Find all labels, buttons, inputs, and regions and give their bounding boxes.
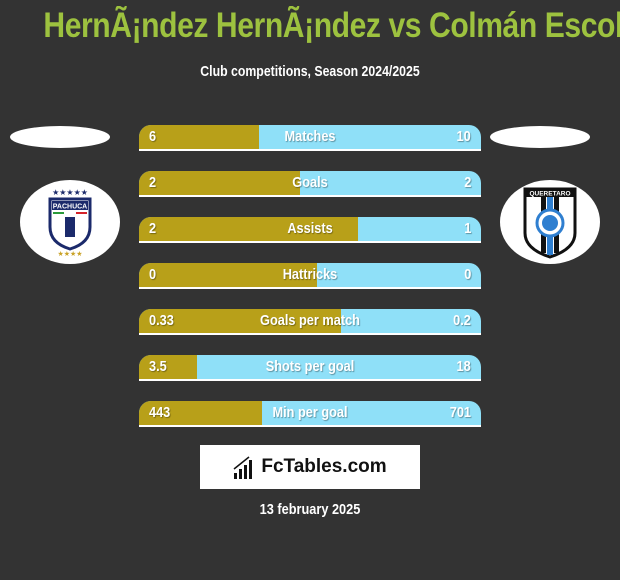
stat-label: Hattricks (282, 266, 338, 283)
left-value: 0 (149, 266, 157, 283)
stat-row: 443 Min per goal 701 (139, 401, 481, 427)
right-value: 0 (463, 266, 471, 283)
right-value: 2 (463, 174, 471, 191)
right-value: 701 (449, 404, 471, 421)
bar-chart-icon (233, 456, 253, 479)
queretaro-crest-icon: QUERETARO (523, 187, 577, 259)
page-title: HernÃ¡ndez HernÃ¡ndez vs Colmán Escobar (43, 6, 620, 45)
stat-label: Assists (287, 220, 333, 237)
left-value: 6 (149, 128, 157, 145)
stat-row: 0.33 Goals per match 0.2 (139, 309, 481, 335)
stat-row: 2 Goals 2 (139, 171, 481, 197)
stat-row: 0 Hattricks 0 (139, 263, 481, 289)
match-date: 13 february 2025 (259, 501, 361, 518)
left-team-logo: ★★★★★ PACHUCA ★★★★ (20, 180, 120, 264)
stat-row: 3.5 Shots per goal 18 (139, 355, 481, 381)
stat-row: 6 Matches 10 (139, 125, 481, 151)
right-value: 18 (456, 358, 471, 375)
stat-label: Goals (292, 174, 328, 191)
svg-text:QUERETARO: QUERETARO (529, 191, 570, 198)
fctables-brand[interactable]: FcTables.com (200, 445, 420, 489)
right-value: 10 (456, 128, 471, 145)
left-player-placeholder (10, 126, 110, 148)
right-value: 1 (463, 220, 471, 237)
pachuca-crest-icon: ★★★★★ PACHUCA ★★★★ (48, 188, 92, 257)
stat-label: Min per goal (272, 404, 348, 421)
stat-label: Shots per goal (265, 358, 355, 375)
stat-label: Matches (284, 128, 336, 145)
right-team-logo: QUERETARO (500, 180, 600, 264)
svg-text:★★★★: ★★★★ (57, 250, 82, 257)
right-value: 0.2 (453, 312, 471, 329)
left-value: 2 (149, 220, 157, 237)
svg-text:PACHUCA: PACHUCA (53, 204, 87, 211)
brand-name: FcTables.com (261, 456, 387, 477)
left-value: 2 (149, 174, 157, 191)
svg-text:★★★★★: ★★★★★ (52, 188, 88, 197)
right-player-placeholder (490, 126, 590, 148)
competition-subtitle: Club competitions, Season 2024/2025 (200, 63, 420, 80)
stat-row: 2 Assists 1 (139, 217, 481, 243)
stat-label: Goals per match (260, 312, 360, 329)
